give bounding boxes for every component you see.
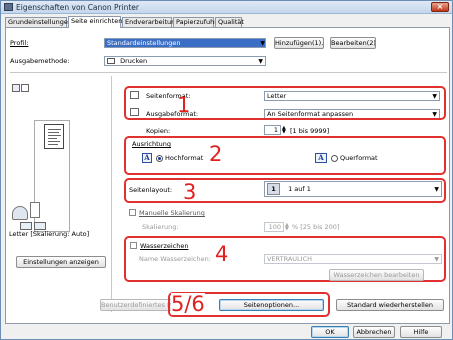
- preview-line: [48, 132, 59, 133]
- watermark-value: VERTRAULICH: [267, 255, 312, 263]
- annotation-number-2: 2: [209, 142, 223, 166]
- portrait-icon: A: [142, 153, 152, 163]
- preview-line: [48, 138, 57, 139]
- preview-line: [48, 129, 61, 130]
- watermark-checkbox[interactable]: [130, 242, 137, 249]
- paper-feed-icon: [12, 206, 28, 220]
- scaling-range: % [25 bis 200]: [292, 223, 340, 231]
- output-method-label: Ausgabemethode:: [10, 57, 70, 65]
- preview-caption: Letter [Skalierung: Auto]: [9, 230, 90, 238]
- vertical-divider: [111, 76, 112, 312]
- layout-number-badge: 1: [267, 183, 280, 195]
- help-button[interactable]: Hilfe: [400, 326, 442, 338]
- watermark-label: Wasserzeichen: [140, 242, 189, 250]
- chevron-down-icon: ▼: [434, 186, 439, 193]
- chevron-down-icon: ▼: [260, 40, 265, 47]
- ok-button[interactable]: OK: [311, 326, 349, 338]
- page-layout-label: Seitenlayout:: [129, 186, 173, 194]
- annotation-box-1: [124, 86, 446, 120]
- scaling-spinner[interactable]: ▲ ▼: [285, 223, 289, 232]
- annotation-number-1: 1: [177, 93, 191, 117]
- portrait-label: Hochformat: [165, 154, 204, 162]
- landscape-radio[interactable]: [331, 155, 338, 162]
- scaling-input[interactable]: 100: [264, 222, 284, 232]
- edit-watermark-button[interactable]: Wasserzeichen bearbeiten: [329, 269, 424, 281]
- output-method-select[interactable]: Drucken ▼: [104, 56, 266, 66]
- preview-page: [44, 124, 64, 149]
- annotation-number-5-6: 5/6: [171, 292, 205, 316]
- page-stack-icon: [30, 202, 40, 218]
- annotation-number-4: 4: [215, 242, 229, 266]
- annotation-number-3: 3: [183, 180, 197, 204]
- profile-label: Profil:: [10, 39, 29, 47]
- page-setup-panel: Profil: Standardeinstellungen ▼ Hinzufüg…: [5, 27, 450, 324]
- window-title: Eigenschaften von Canon Printer: [16, 3, 139, 12]
- duplex-icon[interactable]: [34, 222, 46, 230]
- copies-spinner[interactable]: ▲ ▼: [282, 126, 286, 135]
- cancel-button[interactable]: Abbrechen: [353, 326, 395, 338]
- watermark-name-select[interactable]: VERTRAULICH ▼: [264, 254, 442, 264]
- landscape-label: Querformat: [340, 154, 378, 162]
- preview-line: [48, 141, 60, 142]
- view-settings-button[interactable]: Einstellungen anzeigen: [16, 256, 106, 268]
- preview-line: [48, 135, 61, 136]
- orientation-label: Ausrichtung: [132, 140, 172, 148]
- portrait-radio[interactable]: [156, 155, 163, 162]
- copies-label: Kopien:: [146, 127, 171, 135]
- layout-icon[interactable]: [20, 222, 32, 230]
- preview-line: [48, 144, 58, 145]
- tab-page-setup[interactable]: Seite einrichten: [68, 16, 122, 28]
- copies-input[interactable]: 1: [264, 125, 281, 135]
- copies-value: 1: [273, 126, 278, 134]
- chevron-down-icon: ▼: [258, 58, 263, 65]
- tab-basic-settings[interactable]: Grundeinstellungen: [5, 17, 72, 27]
- landscape-icon: A: [315, 153, 327, 163]
- manual-scaling-checkbox[interactable]: [129, 209, 136, 216]
- user-defined-paper-button[interactable]: Benutzerdefiniertes Papier...: [100, 299, 175, 311]
- page-layout-select[interactable]: 1 1 auf 1 ▼: [264, 181, 442, 197]
- title-bar: Eigenschaften von Canon Printer ×: [1, 1, 452, 14]
- scaling-label: Skalierung:: [142, 223, 179, 231]
- add-profile-button[interactable]: Hinzufügen(1)...: [274, 37, 324, 49]
- printer-properties-window: Eigenschaften von Canon Printer × Grunde…: [0, 0, 453, 340]
- printer-icon: [4, 3, 13, 11]
- tab-quality[interactable]: Qualität: [215, 17, 244, 27]
- close-button[interactable]: ×: [431, 2, 449, 12]
- edit-profile-button[interactable]: Bearbeiten(2)...: [330, 37, 376, 49]
- page-options-button[interactable]: Seitenoptionen...: [219, 299, 324, 311]
- profile-select[interactable]: Standardeinstellungen ▼: [104, 38, 266, 48]
- tab-paper-source[interactable]: Papierzufuhr: [173, 17, 217, 27]
- output-method-value: Drucken: [120, 57, 148, 65]
- restore-defaults-button[interactable]: Standard wiederherstellen: [336, 299, 444, 311]
- manual-scaling-label: Manuelle Skalierung: [139, 209, 205, 217]
- profile-value: Standardeinstellungen: [107, 39, 181, 47]
- page-layout-value: 1 auf 1: [288, 185, 311, 193]
- watermark-name-label: Name Wasserzeichen:: [139, 255, 211, 263]
- print-icon: [107, 58, 115, 64]
- tab-finishing[interactable]: Endverarbeitung: [122, 17, 179, 27]
- chevron-down-icon: ▼: [434, 256, 439, 263]
- divider: [10, 72, 447, 73]
- printer-view-icon[interactable]: [21, 84, 29, 92]
- scaling-value: 100: [268, 223, 281, 231]
- page-view-icon[interactable]: [12, 84, 20, 92]
- copies-range: [1 bis 9999]: [290, 127, 330, 135]
